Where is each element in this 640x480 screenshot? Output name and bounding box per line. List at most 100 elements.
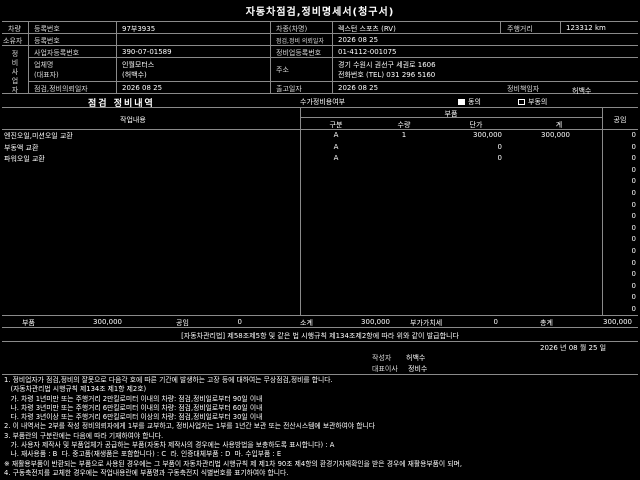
row-labor: 0 <box>631 154 636 163</box>
header-row-rule <box>2 45 638 46</box>
grand-total-value: 300,000 <box>603 318 632 326</box>
grand-total-label: 총계 <box>540 319 553 327</box>
row-unit-price: 0 <box>497 142 502 151</box>
footer-line: 1. 정비업자가 점검,정비의 잘못으로 다음각 호에 따른 기간에 발생하는 … <box>4 376 333 384</box>
row-labor: 0 <box>631 131 636 139</box>
row-labor: 0 <box>631 270 636 279</box>
owner-group-label: 소유자 <box>3 37 23 45</box>
totals-top-rule <box>2 315 638 316</box>
col-amount-header: 계 <box>555 121 563 129</box>
footer-line: (자동차관리법 시행규칙 제134조 제1항 제2호) <box>4 385 147 394</box>
company-name-value: 인월모터스 <box>122 61 155 69</box>
footer-line: 2. 이 내역서는 2부를 작성 정비의뢰자에게 1부를 교부하고, 정비사업자… <box>4 422 376 431</box>
reg-number-label: 등록번호 <box>34 25 60 33</box>
row-unit-price: 0 <box>497 154 502 163</box>
vehicle-model-label: 차종(차명) <box>276 25 308 33</box>
header-col-rule <box>270 21 271 93</box>
header-col-rule <box>28 21 29 93</box>
footer-line: 나. 차령 3년미만 또는 주행거리 6만킬로미터 이내의 차량: 점검,정비일… <box>4 403 263 412</box>
row-labor: 0 <box>631 305 636 313</box>
issue-date: 2026 년 08 월 25 일 <box>540 344 607 352</box>
row-labor: 0 <box>631 165 636 174</box>
footer-top-rule <box>2 374 638 375</box>
repair-reg-label: 정비업등록번호 <box>276 49 322 57</box>
col-item-header: 작업내용 <box>120 116 146 124</box>
address-value: 경기 수원시 권선구 세권로 1606 <box>338 61 436 69</box>
parts-consent-label: 수가정비용여부 <box>300 98 346 106</box>
reg-number-value: 97부3935 <box>122 25 156 33</box>
total-parts-label: 부품 <box>22 319 35 327</box>
row-kind: A <box>333 142 339 151</box>
business-reg-label: 사업자등록번호 <box>34 49 80 57</box>
row-labor: 0 <box>631 200 636 209</box>
subtotal-value: 300,000 <box>361 318 390 326</box>
table-col-rule <box>602 107 603 315</box>
table-top-rule <box>2 107 638 108</box>
col-kind-header: 구분 <box>329 121 343 129</box>
mileage-label: 주행거리 <box>507 25 533 33</box>
repair-manager-label: 정비책임자 <box>507 85 540 93</box>
header-row-rule <box>2 33 638 34</box>
vat-label: 부가가치세 <box>410 319 443 327</box>
table-col-rule <box>300 107 301 315</box>
row-labor: 0 <box>631 258 636 267</box>
row-kind: A <box>333 154 339 163</box>
subtotal-label: 소계 <box>300 319 313 327</box>
footer-line: 가. 사용자 제작사 및 부품업체가 공급하는 부품(자동차 제작사의 경우에는… <box>4 441 335 450</box>
row-unit-price: 300,000 <box>473 131 502 139</box>
row-kind: A <box>333 131 339 139</box>
header-col-rule <box>332 21 333 93</box>
row-labor: 0 <box>631 235 636 244</box>
header-col-rule <box>500 21 501 33</box>
row-labor: 0 <box>631 293 636 302</box>
header-col-rule <box>116 21 117 93</box>
footer-line: ※ 재활용부품이 반환되는 부품으로 사용된 경우에는 그 부품이 자동차관리법… <box>4 459 462 468</box>
notice-rule <box>2 341 638 342</box>
writer-name: 허백수 <box>406 354 426 362</box>
repair-manager-value: 허백수 <box>572 87 592 95</box>
repair-business-side-label: 정 비 사 업 자 <box>11 50 19 94</box>
no-consent-checkbox[interactable]: 부동의 <box>518 97 547 107</box>
row-labor: 0 <box>631 247 636 255</box>
footer-notes: 1. 정비업자가 점검,정비의 잘못으로 다음각 호에 따른 기간에 발생하는 … <box>4 376 636 478</box>
mileage-value: 123312 km <box>566 24 606 32</box>
total-labor-label: 공임 <box>176 319 189 327</box>
vehicle-group-label: 차량 <box>8 25 21 33</box>
unchecked-box-icon <box>518 99 525 105</box>
vat-value: 0 <box>493 318 498 326</box>
row-labor: 0 <box>631 189 636 197</box>
row-labor: 0 <box>631 142 636 151</box>
row-labor: 0 <box>631 177 636 186</box>
footer-line: 가. 차령 1년미만 또는 주행거리 2만킬로미터 이내의 차량: 점검,정비일… <box>4 394 263 403</box>
footer-line: 나. 재사용품 : B 다. 중고품(재생품은 포함합니다) : C 라. 인증… <box>4 450 282 459</box>
row-qty: 1 <box>401 131 407 139</box>
footer-line: 다. 차령 3년이상 또는 주행거리 6만킬로미터 이상의 차량: 점검,정비일… <box>4 413 263 422</box>
header-col-rule <box>560 21 561 33</box>
row-item: 부동액 교환 <box>4 143 39 152</box>
footer-line: 3. 부품란의 구분란에는 다음에 따라 기재하여야 합니다. <box>4 431 164 440</box>
release-date-value: 2026 08 25 <box>338 84 379 92</box>
total-parts-value: 300,000 <box>93 318 122 326</box>
representative-label: (대표자) <box>34 71 59 79</box>
footer-line: 4. 구동축전지를 교체한 경우에는 작업내용란에 부품명과 구동축전지 식별번… <box>4 468 289 477</box>
col-parts-header: 부품 <box>444 110 458 118</box>
ceo-label: 대표이사 <box>372 365 398 373</box>
business-reg-value: 390-07-01589 <box>122 48 172 56</box>
company-name-label: 업체명 <box>34 61 54 69</box>
request-date-value: 2026 08 25 <box>338 36 379 44</box>
total-labor-value: 0 <box>237 318 242 326</box>
row-labor: 0 <box>631 281 636 290</box>
legal-notice: [자동차관리법] 제58조제5항 및 같은 법 시행규칙 제134조제2항에 따… <box>181 332 459 340</box>
col-unit-header: 단가 <box>469 121 483 129</box>
consent-checkbox[interactable]: 동의 <box>458 97 481 107</box>
row-amount: 300,000 <box>541 131 570 139</box>
inspect-date-label: 점검,정비의뢰일자 <box>34 85 88 93</box>
release-date-label: 출고일자 <box>276 85 302 93</box>
phone-value: 전화번호 (TEL) 031 296 5160 <box>338 71 436 79</box>
header-row-rule <box>28 81 638 82</box>
address-label: 주소 <box>276 66 289 74</box>
writer-label: 작성자 <box>372 354 392 362</box>
row-labor: 0 <box>631 212 636 221</box>
header-row-rule <box>28 57 638 58</box>
header-bottom-rule <box>2 93 638 94</box>
